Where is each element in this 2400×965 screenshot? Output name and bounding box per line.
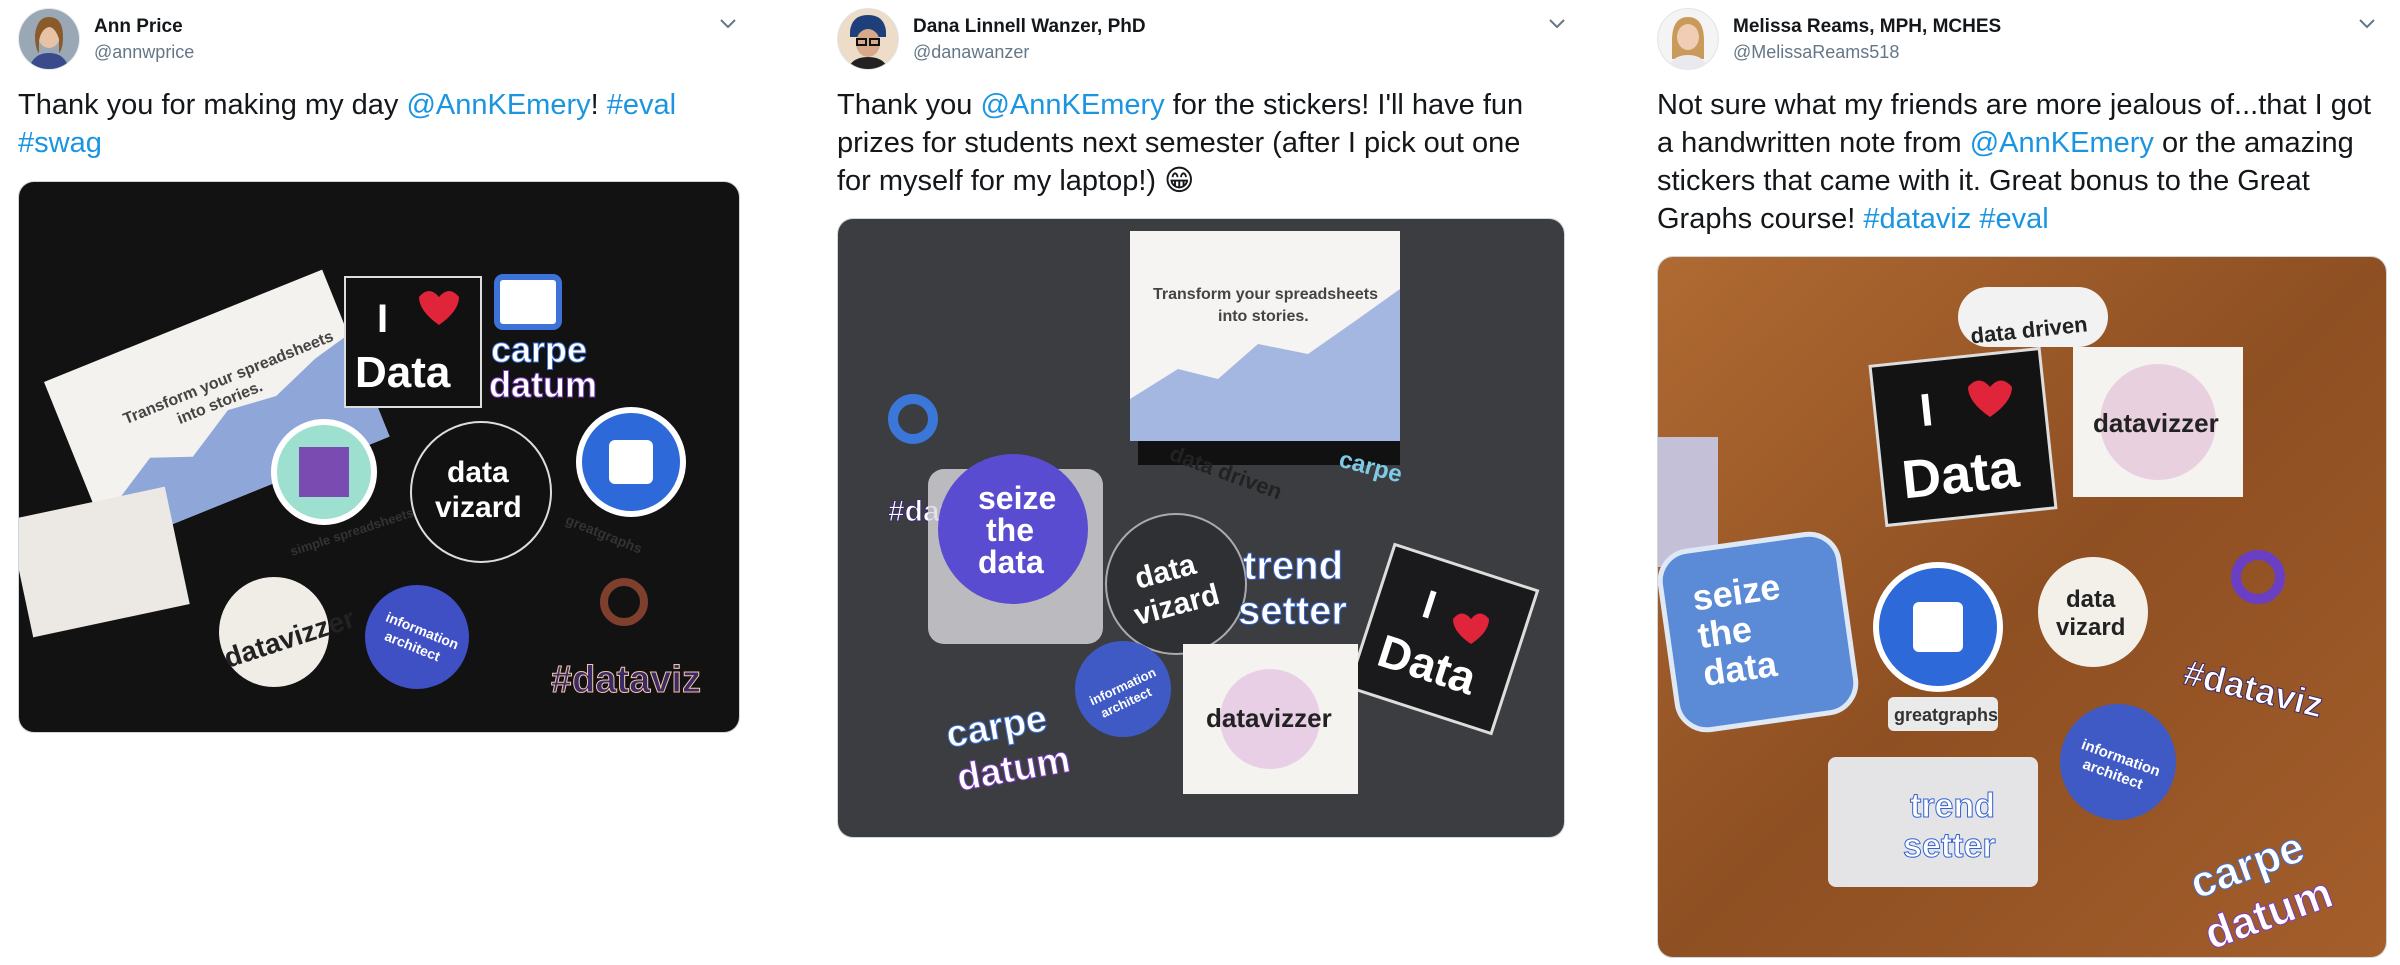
sticker-i: I: [377, 297, 388, 341]
tweet-text: Thank you @AnnKEmery for the stickers! I…: [837, 86, 1523, 200]
chevron-down-icon[interactable]: [714, 10, 742, 38]
sticker-seize-2: the: [986, 512, 1034, 548]
sticker-datum: datum: [489, 364, 597, 405]
sticker-setter: setter: [1903, 827, 1996, 865]
tweet-text-segment: !: [590, 89, 607, 121]
hashtag-link[interactable]: #eval: [1979, 203, 2048, 235]
avatar[interactable]: [18, 8, 80, 70]
sticker-setter: setter: [1238, 589, 1347, 633]
handle[interactable]: @MelissaReams518: [1733, 42, 1899, 63]
tweet-dana-wanzer: Dana Linnell Wanzer, PhD @danawanzer Tha…: [837, 0, 1565, 838]
mention-link[interactable]: @AnnKEmery: [406, 89, 590, 121]
hashtag-link[interactable]: #swag: [18, 127, 102, 159]
tweet-text-segment: for myself for my laptop!) 😁: [837, 165, 1195, 197]
sticker-seize-1: seize: [978, 480, 1056, 516]
avatar[interactable]: [837, 8, 899, 70]
sticker-vizard-2: vizard: [435, 491, 522, 524]
sticker-datavizzer: datavizzer: [1206, 703, 1332, 733]
sticker-seize-3: data: [978, 544, 1044, 580]
card-line2: into stories.: [1218, 308, 1309, 325]
tweet-text-segment: Thank you: [837, 89, 981, 121]
tweet-text-segment: a handwritten note from: [1657, 127, 1970, 159]
sticker-datavizzer: datavizzer: [2093, 408, 2219, 438]
avatar[interactable]: [1657, 8, 1719, 70]
hashtag-link[interactable]: #eval: [607, 89, 676, 121]
chevron-down-icon[interactable]: [2353, 10, 2381, 38]
tweet-text-segment: Thank you for making my day: [18, 89, 407, 121]
sticker-dataviz: #dataviz: [551, 659, 701, 701]
tweet-header: Melissa Reams, MPH, MCHES @MelissaReams5…: [1657, 0, 2387, 80]
sticker-trend: trend: [1910, 787, 1995, 825]
sticker-greatgraphs: greatgraphs: [1894, 705, 1998, 725]
tweet-photo[interactable]: Transform your spreadsheets into stories…: [18, 181, 740, 733]
chevron-down-icon[interactable]: [1543, 10, 1571, 38]
tweet-melissa-reams: Melissa Reams, MPH, MCHES @MelissaReams5…: [1657, 0, 2387, 960]
handle[interactable]: @danawanzer: [913, 42, 1029, 63]
tweet-header: Ann Price @annwprice: [18, 0, 740, 80]
sticker-vizard-2: vizard: [2056, 614, 2125, 641]
tweet-text-segment: for the stickers! I'll have fun: [1164, 89, 1524, 121]
tweet-text-segment: stickers that came with it. Great bonus …: [1657, 165, 2310, 197]
mention-link[interactable]: @AnnKEmery: [980, 89, 1164, 121]
display-name[interactable]: Melissa Reams, MPH, MCHES: [1733, 16, 2001, 38]
display-name[interactable]: Dana Linnell Wanzer, PhD: [913, 16, 1146, 38]
sticker-vizard-1: data: [447, 456, 509, 489]
display-name[interactable]: Ann Price: [94, 16, 183, 38]
tweet-header: Dana Linnell Wanzer, PhD @danawanzer: [837, 0, 1565, 80]
tweet-photo[interactable]: Transform your spreadsheets into stories…: [837, 218, 1565, 838]
tweet-text: Thank you for making my day @AnnKEmery! …: [18, 86, 676, 162]
tweet-text-segment: or the amazing: [2153, 127, 2354, 159]
sticker-vizard-1: data: [2066, 586, 2116, 613]
card-line1: Transform your spreadsheets: [1153, 286, 1378, 303]
sticker-trend: trend: [1243, 544, 1343, 588]
mention-link[interactable]: @AnnKEmery: [1970, 127, 2154, 159]
tweet-text-segment: Not sure what my friends are more jealou…: [1657, 89, 2372, 121]
tweet-text: Not sure what my friends are more jealou…: [1657, 86, 2371, 238]
sticker-data: Data: [1899, 438, 2023, 510]
hashtag-link[interactable]: #dataviz: [1863, 203, 1971, 235]
sticker-data: Data: [355, 348, 451, 397]
tweet-text-segment: prizes for students next semester (after…: [837, 127, 1521, 159]
tweet-text-segment: Graphs course!: [1657, 203, 1864, 235]
tweet-photo[interactable]: data driven I Data datavizzer seize the …: [1657, 256, 2387, 958]
tweet-ann-price: Ann Price @annwprice Thank you for makin…: [18, 0, 740, 760]
handle[interactable]: @annwprice: [94, 42, 194, 63]
